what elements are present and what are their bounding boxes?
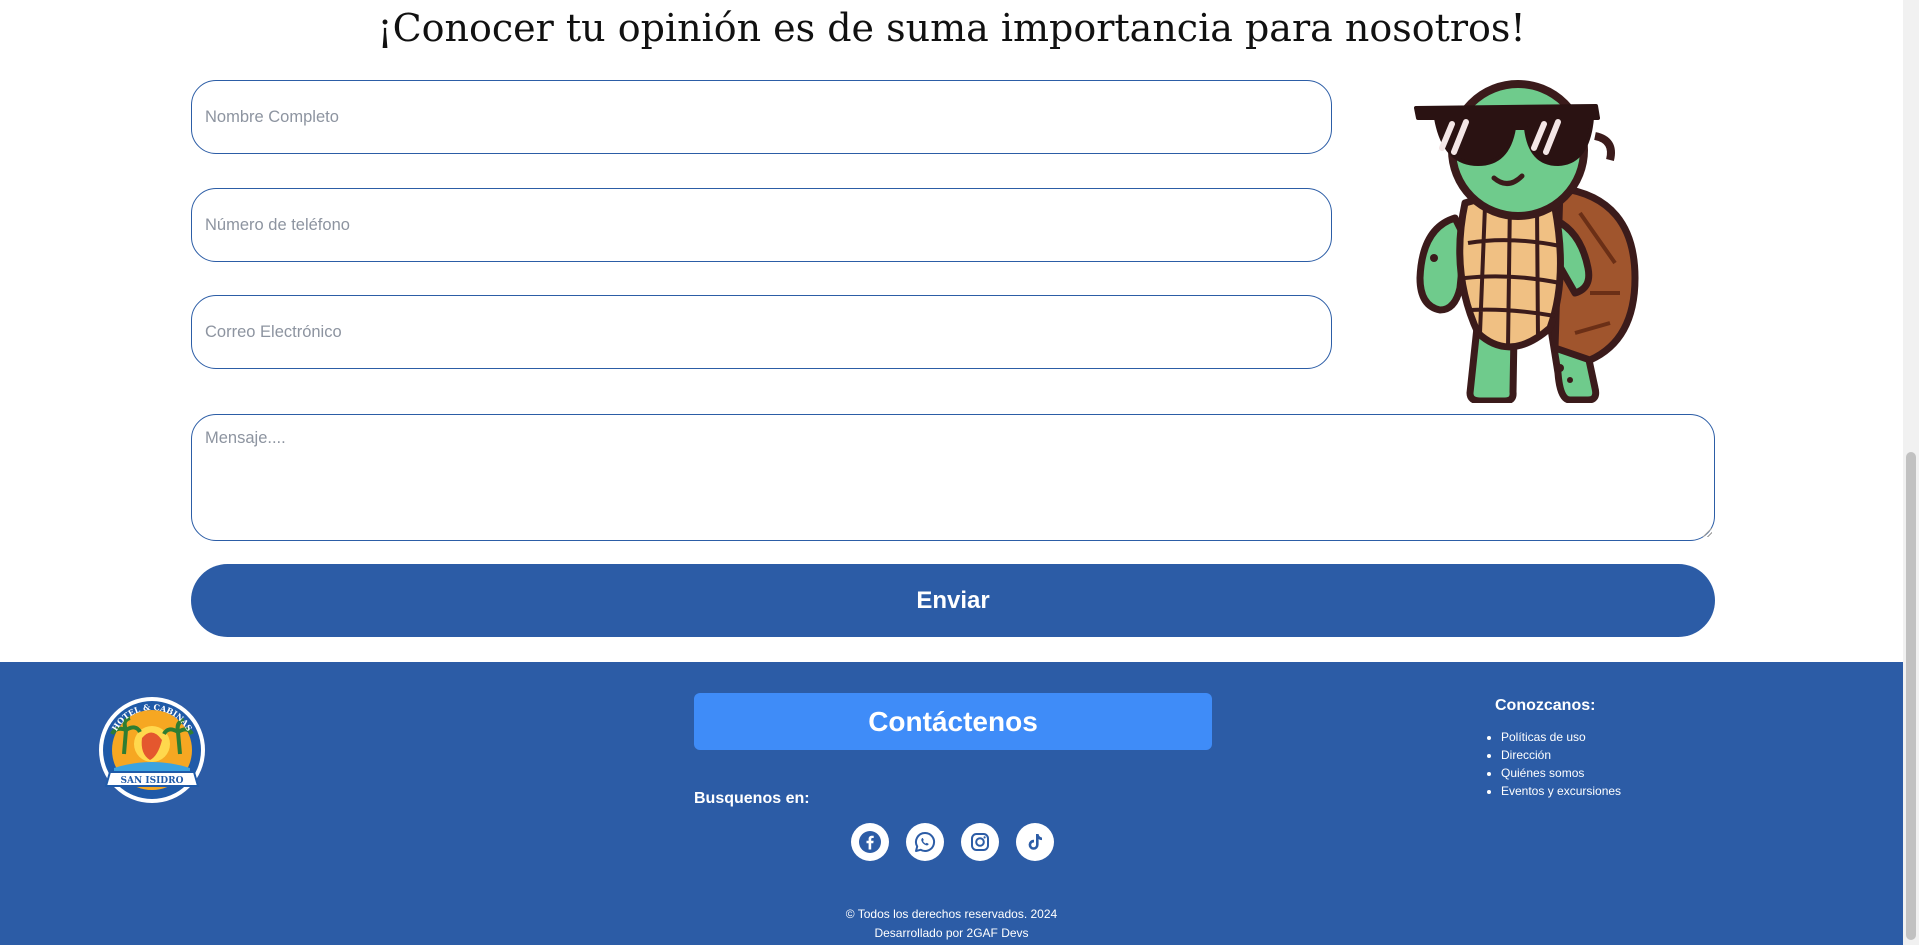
scrollbar-thumb[interactable] — [1906, 452, 1916, 940]
instagram-link[interactable] — [961, 823, 999, 861]
tiktok-link[interactable] — [1016, 823, 1054, 861]
textarea-resize-handle[interactable] — [1703, 528, 1712, 537]
facebook-link[interactable] — [851, 823, 889, 861]
full-name-input[interactable] — [191, 80, 1332, 154]
know-us-links: Políticas de uso Dirección Quiénes somos… — [1483, 728, 1621, 800]
link-usage-policies[interactable]: Políticas de uso — [1501, 728, 1621, 746]
link-events-excursions[interactable]: Eventos y excursiones — [1501, 782, 1621, 800]
social-links — [851, 823, 1054, 861]
hotel-logo[interactable]: SAN ISIDRO HOTEL & CABINAS — [96, 694, 208, 806]
instagram-icon — [971, 833, 989, 851]
logo-text-bottom: SAN ISIDRO — [121, 776, 184, 786]
phone-input[interactable] — [191, 188, 1332, 262]
email-input[interactable] — [191, 295, 1332, 369]
link-about-us[interactable]: Quiénes somos — [1501, 764, 1621, 782]
find-us-label: Busquenos en: — [694, 790, 810, 807]
submit-button[interactable]: Enviar — [191, 564, 1715, 637]
link-address[interactable]: Dirección — [1501, 746, 1621, 764]
whatsapp-icon — [915, 831, 936, 852]
developer-credit: Desarrollado por 2GAF Devs — [874, 926, 1029, 940]
turtle-mascot-illustration — [1414, 80, 1639, 403]
contact-button[interactable]: Contáctenos — [694, 693, 1212, 750]
know-us-title: Conozcanos: — [1495, 697, 1596, 714]
whatsapp-link[interactable] — [906, 823, 944, 861]
copyright-text: © Todos los derechos reservados. 2024 — [845, 907, 1058, 921]
facebook-icon — [859, 831, 881, 853]
message-textarea[interactable] — [191, 414, 1715, 541]
page-title: ¡Conocer tu opinión es de suma importanc… — [377, 6, 1526, 50]
footer: SAN ISIDRO HOTEL & CABINAS Contáctenos B… — [0, 662, 1903, 945]
page: ¡Conocer tu opinión es de suma importanc… — [0, 0, 1903, 945]
tiktok-icon — [1028, 834, 1042, 850]
